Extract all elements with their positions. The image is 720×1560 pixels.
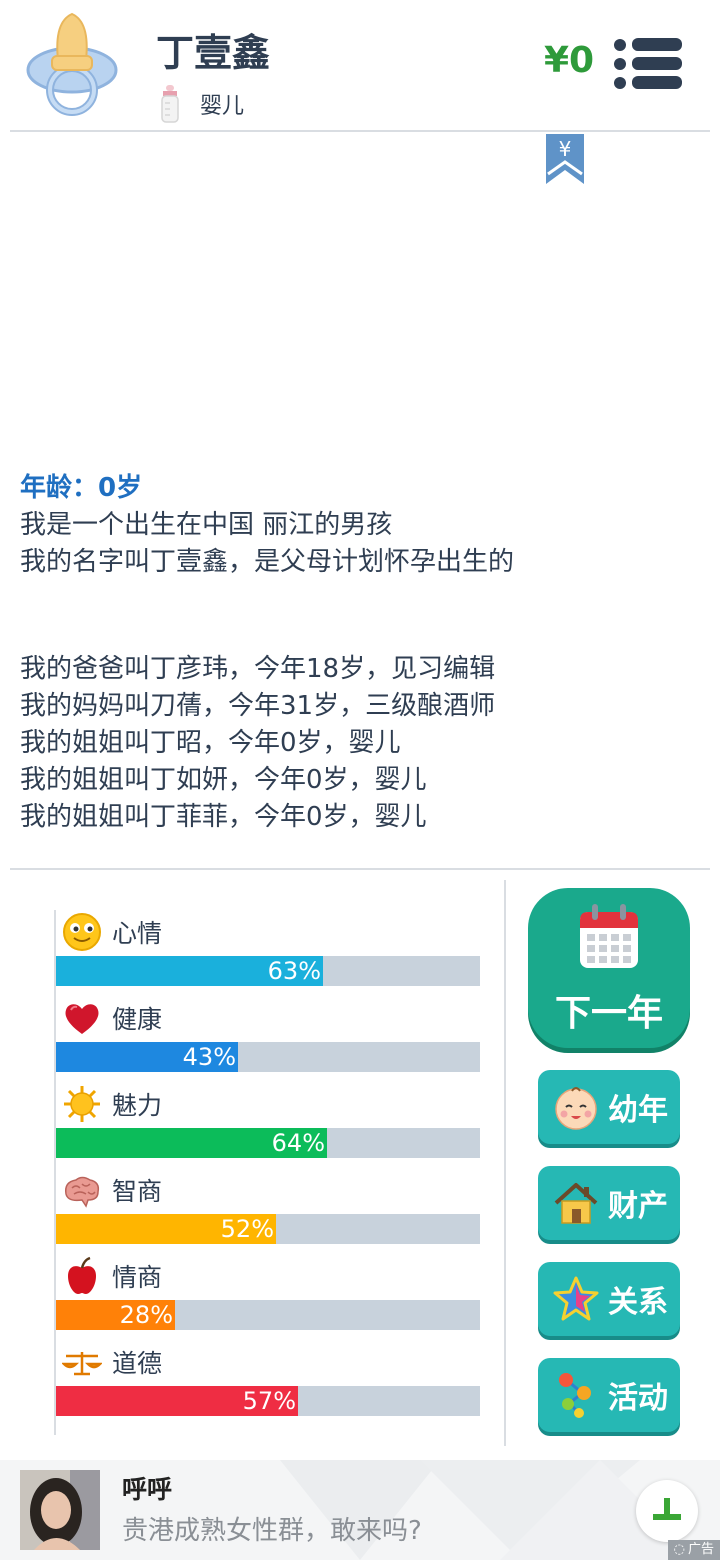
story-line: 我是一个出生在中国 丽江的男孩 — [20, 510, 393, 540]
stat-iq: 智商 52% — [56, 1168, 480, 1254]
ad-close-icon: ◌ — [673, 1542, 685, 1557]
calendar-icon — [580, 904, 638, 968]
activities-dots-icon — [559, 1373, 591, 1418]
assets-button[interactable]: 财产 — [538, 1166, 680, 1240]
smiley-icon — [63, 913, 101, 951]
pacifier-avatar-icon — [26, 12, 118, 116]
stats-panel: 心情 63% 健康 43% 魅力 64% 智商 52% 情商 28% 道德 57… — [54, 910, 480, 1435]
download-icon — [653, 1498, 681, 1520]
activities-label: 活动 — [608, 1381, 668, 1416]
character-name: 丁壹鑫 — [156, 31, 271, 75]
family-line: 我的妈妈叫刀蒨，今年31岁，三级酿酒师 — [20, 691, 496, 721]
star-icon — [553, 1276, 599, 1321]
activities-button[interactable]: 活动 — [538, 1358, 680, 1432]
assets-label: 财产 — [608, 1189, 668, 1224]
stats-divider — [504, 880, 506, 1446]
stat-bar: 64% — [56, 1128, 480, 1158]
profile-header: 丁壹鑫 婴儿 ¥0 — [0, 0, 720, 132]
ad-tag-label: 广告 — [687, 1542, 714, 1557]
life-story: 年龄：0岁 我是一个出生在中国 丽江的男孩 我的名字叫丁壹鑫，是父母计划怀孕出生… — [20, 470, 700, 836]
money-bookmark-icon[interactable]: ¥ — [546, 134, 584, 186]
ad-avatar-photo — [20, 1470, 100, 1550]
stat-label: 情商 — [112, 1263, 163, 1292]
stat-value: 64% — [271, 1129, 325, 1157]
ad-banner[interactable]: 呼呼 贵港成熟女性群，敢来吗? ◌ 广告 — [0, 1460, 720, 1560]
stat-bar: 57% — [56, 1386, 480, 1416]
stat-morality: 道德 57% — [56, 1340, 480, 1426]
stat-label: 智商 — [112, 1177, 163, 1206]
ad-title: 呼呼 — [122, 1475, 173, 1504]
stat-bar: 28% — [56, 1300, 480, 1330]
scales-icon — [62, 1352, 102, 1376]
age-line: 年龄：0岁 — [20, 473, 143, 503]
stat-value: 52% — [220, 1215, 274, 1243]
family-line: 我的姐姐叫丁菲菲，今年0岁，婴儿 — [20, 802, 427, 832]
ad-tag[interactable]: ◌ 广告 — [667, 1540, 720, 1560]
baby-bottle-icon — [161, 85, 179, 123]
sun-icon — [64, 1086, 100, 1122]
next-year-label: 下一年 — [554, 993, 663, 1034]
stat-mood: 心情 63% — [56, 910, 480, 996]
stat-bar: 63% — [56, 956, 480, 986]
house-icon — [554, 1183, 598, 1224]
ad-description: 贵港成熟女性群，敢来吗? — [122, 1516, 422, 1546]
stat-label: 心情 — [112, 919, 163, 948]
stat-label: 魅力 — [112, 1091, 163, 1120]
stat-bar: 52% — [56, 1214, 480, 1244]
life-stage: 婴儿 — [160, 84, 244, 124]
family-line: 我的姐姐叫丁如妍，今年0岁，婴儿 — [20, 765, 427, 795]
bookmark-symbol: ¥ — [559, 137, 572, 161]
relations-button[interactable]: 关系 — [538, 1262, 680, 1336]
stat-value: 63% — [267, 957, 321, 985]
brain-icon — [64, 1176, 100, 1208]
next-year-button[interactable]: 下一年 — [528, 888, 690, 1048]
stat-value: 43% — [182, 1043, 236, 1071]
stat-value: 28% — [119, 1301, 173, 1329]
stat-bar: 43% — [56, 1042, 480, 1072]
stat-label: 道德 — [112, 1349, 163, 1378]
family-line: 我的姐姐叫丁昭，今年0岁，婴儿 — [20, 728, 401, 758]
relations-label: 关系 — [608, 1285, 668, 1320]
childhood-button[interactable]: 幼年 — [538, 1070, 680, 1144]
family-line: 我的爸爸叫丁彦玮，今年18岁，见习编辑 — [20, 654, 496, 684]
heart-icon — [65, 1004, 99, 1034]
childhood-label: 幼年 — [608, 1093, 668, 1128]
ad-download-button[interactable] — [636, 1480, 698, 1542]
stat-eq: 情商 28% — [56, 1254, 480, 1340]
apple-icon — [68, 1256, 96, 1294]
baby-face-icon — [555, 1087, 597, 1130]
stat-value: 57% — [242, 1387, 296, 1415]
story-divider — [10, 868, 710, 870]
stat-label: 健康 — [112, 1005, 163, 1034]
menu-icon[interactable] — [612, 36, 684, 92]
stat-health: 健康 43% — [56, 996, 480, 1082]
story-line: 我的名字叫丁壹鑫，是父母计划怀孕出生的 — [20, 547, 515, 577]
header-divider — [10, 130, 710, 132]
stat-charm: 魅力 64% — [56, 1082, 480, 1168]
money-balance: ¥0 — [544, 40, 595, 81]
life-stage-label: 婴儿 — [200, 94, 245, 119]
